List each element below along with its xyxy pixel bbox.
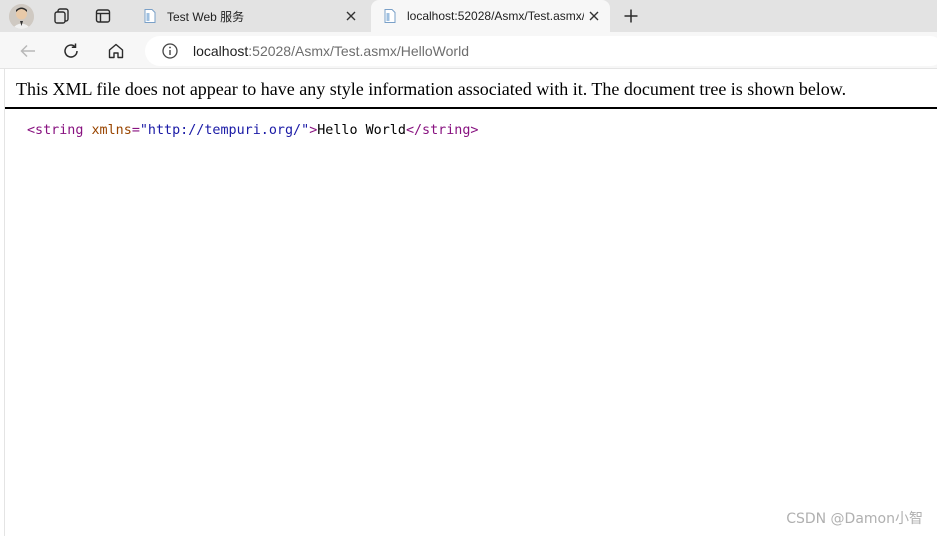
page-icon	[144, 9, 156, 23]
xml-attr-equals: =	[131, 123, 140, 138]
close-icon	[346, 11, 356, 21]
tab-actions-button[interactable]	[92, 5, 114, 27]
vertical-tabs-icon	[95, 9, 111, 23]
tab-test-web-service[interactable]: Test Web 服务	[131, 0, 367, 32]
profile-avatar[interactable]	[9, 4, 34, 29]
xml-open-tag: <string	[27, 123, 84, 138]
page-icon	[384, 9, 396, 23]
navigation-toolbar: localhost:52028/Asmx/Test.asmx/HelloWorl…	[0, 32, 937, 69]
xml-close-tag: </string>	[405, 123, 479, 138]
back-arrow-icon	[20, 44, 35, 58]
xml-style-notice: This XML file does not appear to have an…	[16, 79, 847, 99]
notice-divider	[5, 107, 937, 109]
tab-title: Test Web 服务	[167, 9, 245, 24]
back-button[interactable]	[15, 38, 41, 64]
page-content: This XML file does not appear to have an…	[4, 69, 937, 536]
url-path: :52028/Asmx/Test.asmx/HelloWorld	[248, 43, 469, 59]
collections-icon	[54, 8, 69, 24]
url-text[interactable]: localhost:52028/Asmx/Test.asmx/HelloWorl…	[193, 43, 469, 59]
home-icon	[108, 43, 124, 59]
tab-title: localhost:52028/Asmx/Test.asmx/	[407, 9, 584, 23]
watermark: CSDN @Damon小智	[786, 511, 923, 527]
home-button[interactable]	[103, 38, 129, 64]
url-host: localhost	[193, 43, 249, 59]
refresh-button[interactable]	[58, 38, 84, 64]
close-tab-button[interactable]	[341, 6, 361, 26]
address-bar[interactable]: localhost:52028/Asmx/Test.asmx/HelloWorl…	[145, 36, 937, 66]
tab-strip: Test Web 服务 localhost:52028/Asmx/Test.as…	[0, 0, 937, 32]
avatar-icon	[9, 4, 34, 29]
close-tab-button[interactable]	[584, 6, 604, 26]
new-tab-button[interactable]	[619, 4, 643, 28]
close-icon	[589, 11, 599, 21]
xml-attr-name: xmlns	[91, 123, 132, 138]
xml-text-content: Hello World	[317, 123, 406, 138]
collections-button[interactable]	[51, 5, 73, 27]
refresh-icon	[64, 43, 78, 58]
tab-localhost[interactable]: localhost:52028/Asmx/Test.asmx/	[371, 0, 610, 32]
info-icon[interactable]	[161, 42, 179, 60]
xml-document-tree: <string xmlns="http://tempuri.org/">Hell…	[27, 123, 479, 138]
plus-icon	[624, 9, 638, 23]
xml-attr-value: "http://tempuri.org/"	[139, 123, 310, 138]
